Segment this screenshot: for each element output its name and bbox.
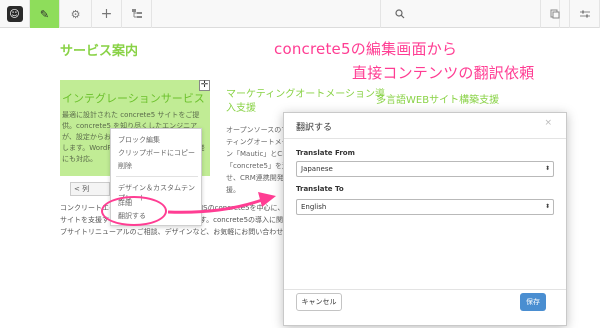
translate-dialog: 翻訳する × Translate From Japanese ⬍ Transla… [283, 112, 567, 326]
translate-to-value: English [301, 203, 327, 211]
dialog-title: 翻訳する [296, 123, 333, 133]
dialog-footer-divider [284, 289, 566, 290]
select-arrows-icon: ⬍ [544, 165, 550, 172]
save-button[interactable]: 保存 [520, 293, 546, 311]
translate-to-label: Translate To [296, 185, 344, 193]
dialog-header: 翻訳する × [284, 113, 566, 139]
translate-from-value: Japanese [301, 165, 333, 173]
close-icon[interactable]: × [544, 118, 552, 128]
translate-from-label: Translate From [296, 149, 355, 157]
select-arrows-icon: ⬍ [544, 203, 550, 210]
cancel-button[interactable]: キャンセル [296, 293, 342, 311]
translate-to-select[interactable]: English ⬍ [296, 199, 554, 215]
translate-from-select[interactable]: Japanese ⬍ [296, 161, 554, 177]
